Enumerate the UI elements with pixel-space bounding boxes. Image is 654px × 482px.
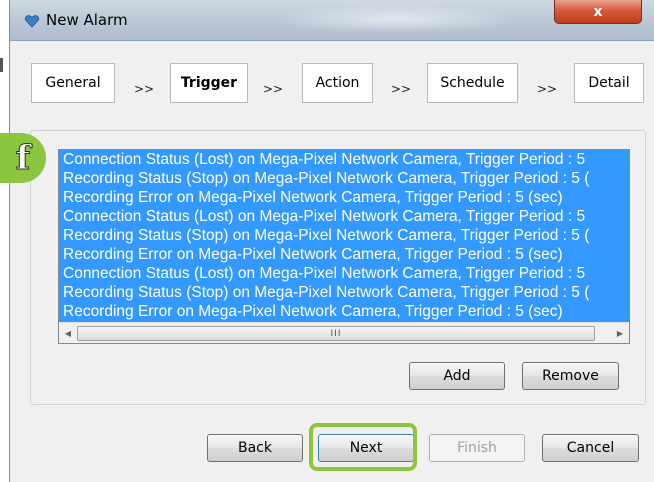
window-title: New Alarm <box>46 11 128 29</box>
cancel-button-label: Cancel <box>566 440 615 456</box>
trigger-listbox[interactable]: Connection Status (Lost) on Mega-Pixel N… <box>58 149 630 344</box>
step-schedule[interactable]: Schedule <box>427 63 518 103</box>
step-trigger-label: Trigger <box>180 75 238 91</box>
step-general[interactable]: General <box>31 63 115 103</box>
title-bar[interactable]: New Alarm x <box>10 0 654 41</box>
scroll-right-arrow-icon[interactable]: ▶ <box>611 323 629 343</box>
title-bar-shine <box>270 4 520 34</box>
trigger-list-items: Connection Status (Lost) on Mega-Pixel N… <box>59 150 629 322</box>
app-heart-icon <box>25 15 39 28</box>
add-button-label: Add <box>443 368 471 384</box>
finish-button-label: Finish <box>457 440 497 456</box>
step-action[interactable]: Action <box>302 63 373 103</box>
list-item[interactable]: Recording Error on Mega-Pixel Network Ca… <box>59 302 629 321</box>
step-trigger[interactable]: Trigger <box>170 63 248 103</box>
scrollbar-thumb[interactable]: III <box>77 326 595 341</box>
list-item[interactable]: Recording Error on Mega-Pixel Network Ca… <box>59 245 629 264</box>
list-item[interactable]: Recording Error on Mega-Pixel Network Ca… <box>59 188 629 207</box>
add-button[interactable]: Add <box>409 362 505 390</box>
remove-button[interactable]: Remove <box>522 362 619 390</box>
next-highlight-ring <box>309 423 417 471</box>
list-item[interactable]: Recording Status (Stop) on Mega-Pixel Ne… <box>59 283 629 302</box>
step-separator: >> <box>537 82 558 96</box>
close-icon: x <box>593 3 603 20</box>
scrollbar-grip: III <box>330 328 342 339</box>
list-item[interactable]: Connection Status (Lost) on Mega-Pixel N… <box>59 264 629 283</box>
back-button-label: Back <box>238 440 272 456</box>
list-item[interactable]: Connection Status (Lost) on Mega-Pixel N… <box>59 150 629 169</box>
step-separator: >> <box>134 82 155 96</box>
step-general-label: General <box>45 75 101 91</box>
step-action-label: Action <box>315 75 360 91</box>
horizontal-scrollbar[interactable]: ◀ III ▶ <box>59 322 629 343</box>
scroll-left-arrow-icon[interactable]: ◀ <box>59 323 77 343</box>
list-item[interactable]: Recording Status (Stop) on Mega-Pixel Ne… <box>59 169 629 188</box>
list-item[interactable]: Recording Status (Stop) on Mega-Pixel Ne… <box>59 226 629 245</box>
step-detail-label: Detail <box>588 75 630 91</box>
step-badge-letter: f <box>15 138 31 179</box>
edge-mark <box>0 58 3 72</box>
remove-button-label: Remove <box>542 368 599 384</box>
step-detail[interactable]: Detail <box>574 63 644 103</box>
step-separator: >> <box>263 82 284 96</box>
close-button[interactable]: x <box>554 0 642 24</box>
new-alarm-dialog: New Alarm x General >> Trigger >> Action… <box>9 0 654 482</box>
finish-button: Finish <box>429 434 525 462</box>
step-separator: >> <box>391 82 412 96</box>
back-button[interactable]: Back <box>207 434 303 462</box>
step-schedule-label: Schedule <box>440 75 505 91</box>
list-item[interactable]: Connection Status (Lost) on Mega-Pixel N… <box>59 207 629 226</box>
cancel-button[interactable]: Cancel <box>542 434 639 462</box>
